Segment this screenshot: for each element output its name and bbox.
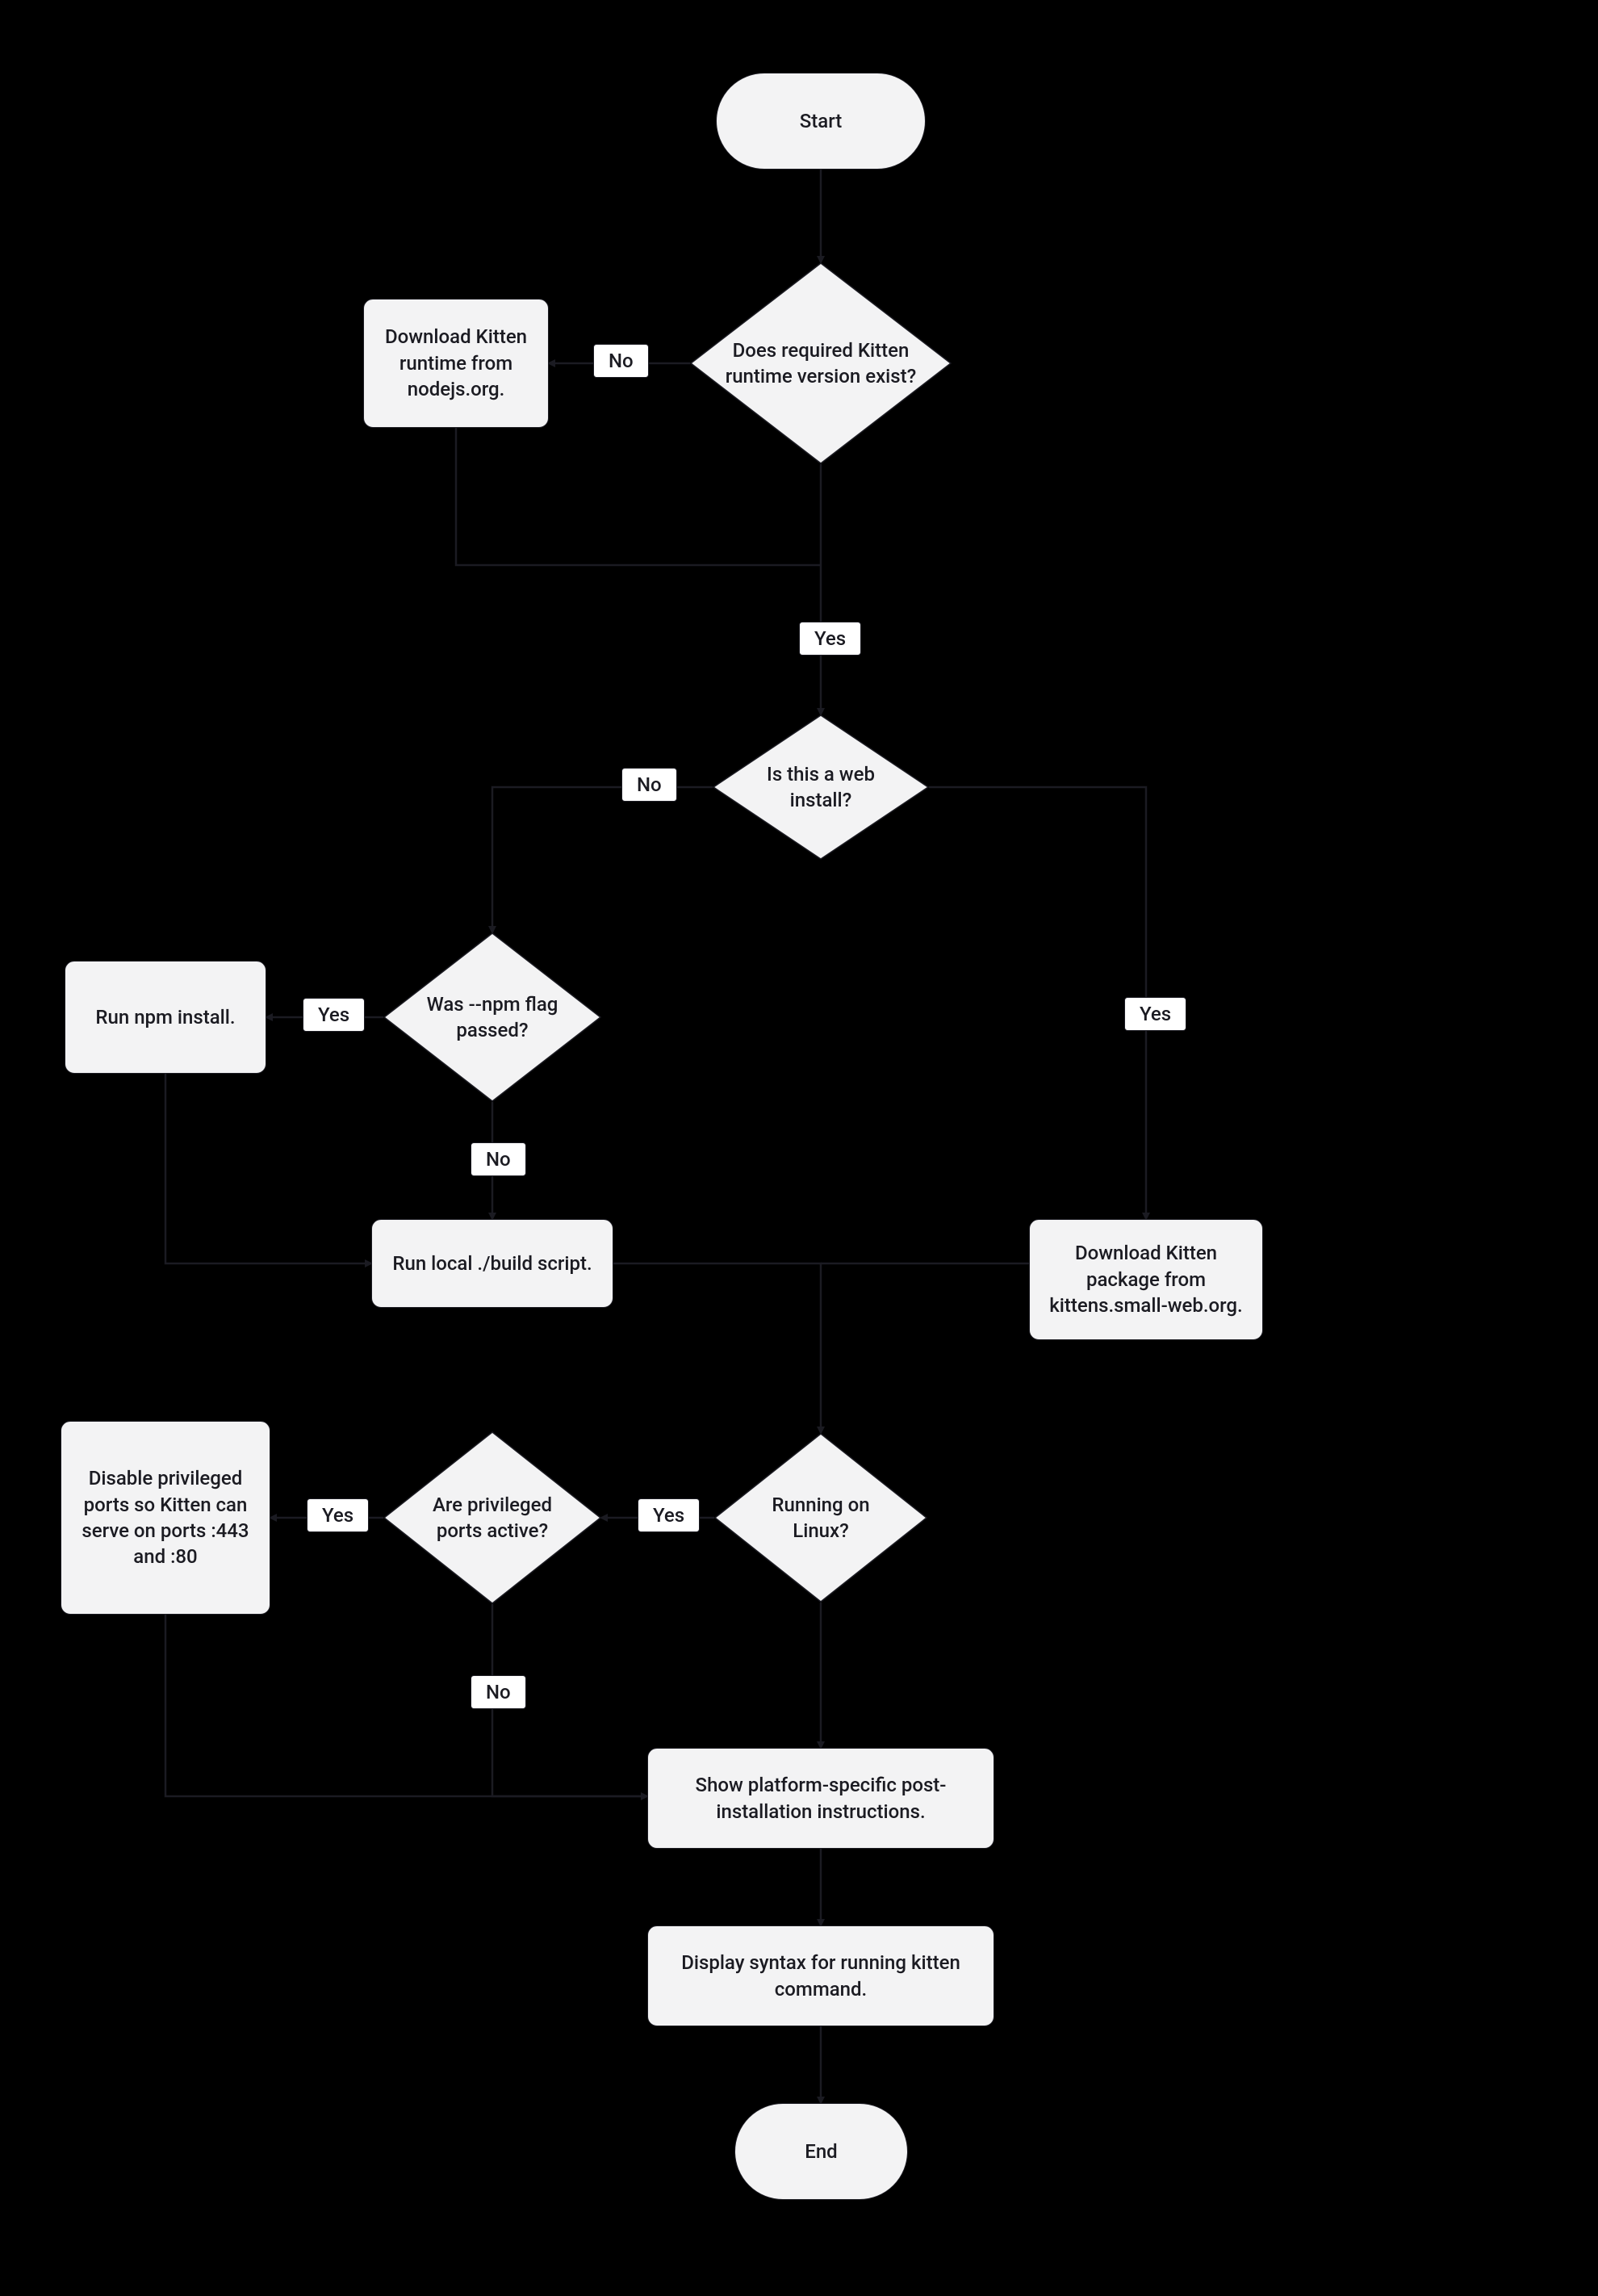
decision-linux-label: Running on Linux? bbox=[714, 1492, 927, 1544]
process-display-syntax: Display syntax for running kitten comman… bbox=[647, 1925, 994, 2026]
decision-npm-flag-label: Was --npm flag passed? bbox=[383, 991, 601, 1044]
decision-web-install: Is this a web install? bbox=[713, 714, 929, 860]
terminator-start-label: Start bbox=[800, 108, 843, 134]
process-post-install-label: Show platform-specific post-installation… bbox=[661, 1772, 981, 1825]
process-download-package-label: Download Kitten package from kittens.sma… bbox=[1043, 1240, 1249, 1318]
edge-label-npm-no: No bbox=[471, 1142, 526, 1176]
decision-npm-flag: Was --npm flag passed? bbox=[383, 932, 601, 1102]
edge-label-npm-yes: Yes bbox=[303, 998, 365, 1032]
decision-privileged-ports: Are privileged ports active? bbox=[383, 1431, 601, 1604]
process-run-npm-label: Run npm install. bbox=[95, 1004, 235, 1030]
terminator-start: Start bbox=[716, 73, 926, 170]
flowchart-canvas: Start Does required Kitten runtime versi… bbox=[0, 0, 1598, 2296]
edge-label-webinstall-no: No bbox=[621, 768, 677, 802]
decision-runtime-exists: Does required Kitten runtime version exi… bbox=[690, 262, 952, 464]
edge-label-runtime-no: No bbox=[593, 344, 649, 378]
terminator-end-label: End bbox=[805, 2139, 837, 2164]
decision-runtime-exists-label: Does required Kitten runtime version exi… bbox=[690, 337, 952, 390]
process-run-npm: Run npm install. bbox=[65, 961, 266, 1074]
process-display-syntax-label: Display syntax for running kitten comman… bbox=[661, 1950, 981, 2002]
terminator-end: End bbox=[734, 2103, 908, 2200]
decision-web-install-label: Is this a web install? bbox=[713, 761, 929, 814]
edge-label-privports-no: No bbox=[471, 1675, 526, 1709]
process-download-package: Download Kitten package from kittens.sma… bbox=[1029, 1219, 1263, 1340]
process-run-build: Run local ./build script. bbox=[371, 1219, 613, 1308]
process-download-runtime: Download Kitten runtime from nodejs.org. bbox=[363, 299, 549, 428]
process-run-build-label: Run local ./build script. bbox=[392, 1251, 592, 1276]
decision-privileged-ports-label: Are privileged ports active? bbox=[383, 1492, 601, 1544]
edge-label-linux-yes: Yes bbox=[638, 1498, 700, 1532]
process-download-runtime-label: Download Kitten runtime from nodejs.org. bbox=[377, 324, 535, 402]
decision-linux: Running on Linux? bbox=[714, 1433, 927, 1603]
edge-label-webinstall-yes: Yes bbox=[1124, 997, 1186, 1031]
edge-label-runtime-yes: Yes bbox=[799, 622, 861, 656]
edge-label-privports-yes: Yes bbox=[307, 1498, 369, 1532]
process-post-install: Show platform-specific post-installation… bbox=[647, 1748, 994, 1849]
process-disable-ports-label: Disable privileged ports so Kitten can s… bbox=[74, 1465, 257, 1570]
process-disable-ports: Disable privileged ports so Kitten can s… bbox=[61, 1421, 270, 1615]
